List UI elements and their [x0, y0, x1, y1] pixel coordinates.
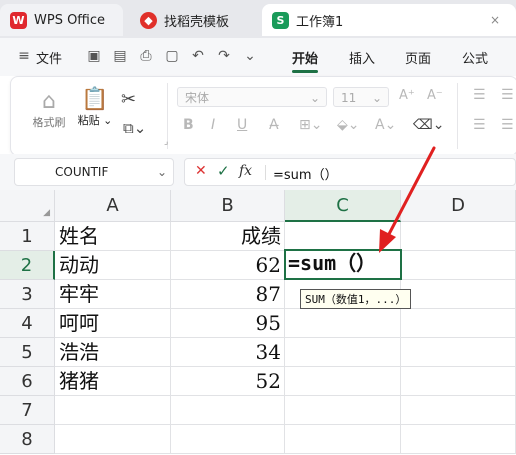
annotation-arrow — [379, 146, 436, 253]
